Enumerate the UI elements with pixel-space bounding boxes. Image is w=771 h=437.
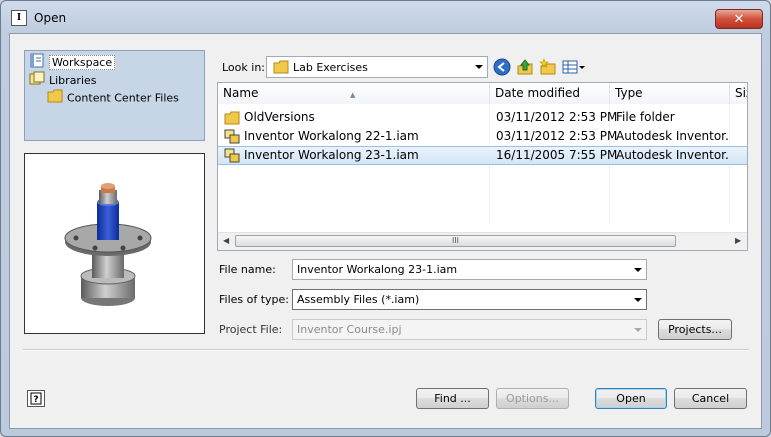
- project-file-value: Inventor Course.ipj: [297, 323, 402, 336]
- folder-icon: [273, 60, 289, 77]
- filetype-dropdown[interactable]: Assembly Files (*.iam): [292, 289, 647, 310]
- find-button[interactable]: Find ...: [416, 388, 489, 409]
- locations-pane: Workspace Libraries Content Center Files: [24, 50, 205, 141]
- help-button[interactable]: ?: [27, 390, 45, 407]
- folder-icon: [224, 110, 240, 125]
- filetype-value: Assembly Files (*.iam): [297, 293, 420, 306]
- column-header-type[interactable]: Type: [610, 83, 730, 104]
- scroll-thumb[interactable]: III: [235, 235, 676, 247]
- column-label: Size: [735, 86, 747, 100]
- file-row-oldversions[interactable]: OldVersions 03/11/2012 2:53 PM File fold…: [218, 108, 747, 127]
- filename-input[interactable]: Inventor Workalong 23-1.iam: [292, 259, 647, 280]
- column-header-date[interactable]: Date modified: [490, 83, 610, 104]
- file-name: Inventor Workalong 23-1.iam: [244, 148, 419, 162]
- title-bar[interactable]: I Open ✕: [1, 1, 770, 31]
- dialog-body: Workspace Libraries Content Center Files: [9, 33, 762, 429]
- open-button[interactable]: Open: [595, 388, 667, 409]
- chevron-down-icon: [475, 65, 483, 69]
- assembly-file-icon: [224, 129, 240, 144]
- cancel-button[interactable]: Cancel: [674, 388, 747, 409]
- workspace-book-icon: [29, 53, 45, 73]
- up-folder-icon[interactable]: [516, 58, 534, 76]
- chevron-down-icon: [634, 328, 642, 332]
- filename-value: Inventor Workalong 23-1.iam: [297, 263, 458, 276]
- column-label: Date modified: [495, 86, 581, 100]
- back-icon[interactable]: [493, 58, 511, 76]
- divider: [23, 349, 749, 351]
- file-row-workalong-23-1[interactable]: Inventor Workalong 23-1.iam 16/11/2005 7…: [218, 146, 747, 165]
- file-type: Autodesk Inventor...: [616, 148, 728, 162]
- project-file-dropdown[interactable]: Inventor Course.ipj: [292, 319, 647, 340]
- assembly-preview-image: [64, 183, 152, 306]
- chevron-down-icon: [634, 298, 642, 302]
- file-type: Autodesk Inventor...: [616, 129, 728, 143]
- place-label: Workspace: [49, 55, 116, 70]
- lookin-value: Lab Exercises: [293, 61, 368, 74]
- dialog-title: Open: [34, 11, 67, 25]
- scroll-grip: III: [451, 236, 460, 245]
- open-dialog: I Open ✕ Workspace Libraries Content Cen…: [0, 0, 771, 437]
- options-button[interactable]: Options...: [496, 388, 569, 409]
- project-file-label: Project File:: [219, 323, 283, 336]
- help-icon: ?: [30, 392, 42, 405]
- column-label: Type: [615, 86, 643, 100]
- scroll-left-icon[interactable]: ◀: [223, 236, 229, 245]
- views-menu-icon[interactable]: [562, 58, 586, 76]
- preview-pane: [24, 153, 205, 334]
- scroll-right-icon[interactable]: ▶: [735, 236, 741, 245]
- column-header-size[interactable]: Size: [730, 83, 747, 104]
- assembly-file-icon: [224, 148, 240, 163]
- lookin-label: Look in:: [222, 61, 265, 74]
- file-date: 03/11/2012 2:53 PM: [496, 129, 618, 143]
- file-type: File folder: [616, 110, 675, 124]
- file-name: Inventor Workalong 22-1.iam: [244, 129, 419, 143]
- place-workspace[interactable]: Workspace: [29, 53, 116, 73]
- file-name: OldVersions: [244, 110, 315, 124]
- close-button[interactable]: ✕: [715, 9, 763, 29]
- new-folder-icon[interactable]: [539, 58, 557, 76]
- column-header-name[interactable]: Name ▲: [218, 83, 490, 104]
- filetype-label: Files of type:: [219, 293, 290, 306]
- svg-text:?: ?: [33, 395, 38, 405]
- lookin-dropdown[interactable]: Lab Exercises: [266, 56, 488, 78]
- libraries-icon: [29, 71, 45, 91]
- place-content-center-files[interactable]: Content Center Files: [47, 89, 179, 106]
- file-list[interactable]: Name ▲ Date modified Type Size OldVersio…: [217, 82, 748, 251]
- sort-arrow-icon: ▲: [350, 91, 356, 99]
- horizontal-scrollbar[interactable]: ◀ III ▶: [218, 232, 747, 250]
- file-date: 16/11/2005 7:55 PM: [496, 148, 618, 162]
- filename-label: File name:: [219, 263, 276, 276]
- inventor-app-icon: I: [11, 10, 27, 26]
- place-label: Content Center Files: [67, 91, 179, 105]
- file-row-workalong-22-1[interactable]: Inventor Workalong 22-1.iam 03/11/2012 2…: [218, 127, 747, 146]
- place-label: Libraries: [49, 74, 97, 87]
- column-label: Name: [223, 86, 259, 100]
- projects-button[interactable]: Projects...: [658, 319, 732, 340]
- file-date: 03/11/2012 2:53 PM: [496, 110, 618, 124]
- chevron-down-icon[interactable]: [634, 268, 642, 272]
- place-libraries[interactable]: Libraries: [29, 71, 97, 88]
- folder-icon: [47, 89, 63, 108]
